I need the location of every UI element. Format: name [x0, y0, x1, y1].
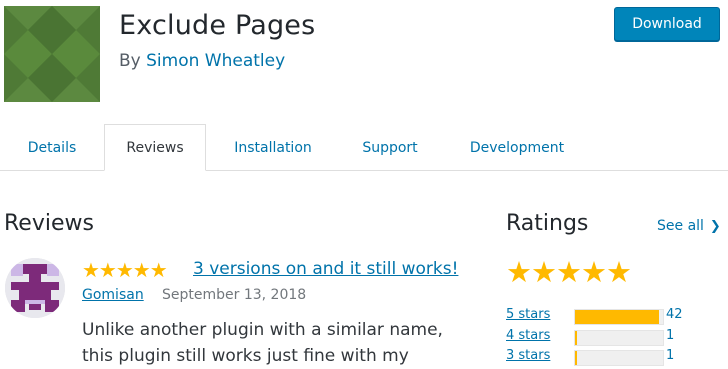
- rating-row-label[interactable]: 4 stars: [506, 328, 550, 343]
- author-link[interactable]: Simon Wheatley: [146, 51, 285, 71]
- tab-installation[interactable]: Installation: [226, 124, 320, 171]
- review-date: September 13, 2018: [162, 287, 307, 303]
- review-star-rating: ★★★★★: [82, 258, 168, 282]
- chevron-right-icon: ❯: [709, 219, 721, 234]
- review-body: Unlike another plugin with a similar nam…: [82, 320, 443, 366]
- rating-row-3[interactable]: 3 stars 1: [506, 348, 706, 366]
- see-all-label: See all: [657, 218, 704, 234]
- plugin-byline: By Simon Wheatley: [119, 51, 285, 71]
- rating-row-count: 42: [666, 307, 683, 322]
- rating-bar-fill: [575, 351, 577, 365]
- review-title-link[interactable]: 3 versions on and it still works!: [193, 259, 458, 279]
- download-button[interactable]: Download: [614, 7, 720, 41]
- reviews-heading: Reviews: [4, 211, 94, 236]
- ratings-heading: Ratings: [506, 211, 589, 236]
- avatar: [5, 258, 65, 318]
- tab-development[interactable]: Development: [462, 124, 572, 171]
- rating-row-4[interactable]: 4 stars 1: [506, 328, 706, 346]
- see-all-link[interactable]: See all ❯: [657, 218, 721, 234]
- rating-row-count: 1: [666, 328, 675, 343]
- rating-bar: [574, 330, 664, 346]
- reviewer-link[interactable]: Gomisan: [82, 287, 144, 303]
- rating-bar: [574, 350, 664, 366]
- rating-bar: [574, 309, 664, 325]
- overall-star-rating: ★★★★★: [506, 255, 632, 289]
- tab-details[interactable]: Details: [18, 124, 86, 171]
- rating-bar-fill: [575, 310, 659, 324]
- tab-support[interactable]: Support: [352, 124, 428, 171]
- rating-row-label[interactable]: 5 stars: [506, 307, 550, 322]
- rating-row-label[interactable]: 3 stars: [506, 348, 550, 363]
- tab-reviews[interactable]: Reviews: [104, 124, 206, 171]
- rating-row-count: 1: [666, 348, 675, 363]
- byline-prefix: By: [119, 51, 141, 71]
- rating-bar-fill: [575, 331, 577, 345]
- rating-row-5[interactable]: 5 stars 42: [506, 307, 706, 325]
- plugin-icon: [4, 6, 100, 102]
- plugin-title: Exclude Pages: [119, 10, 316, 41]
